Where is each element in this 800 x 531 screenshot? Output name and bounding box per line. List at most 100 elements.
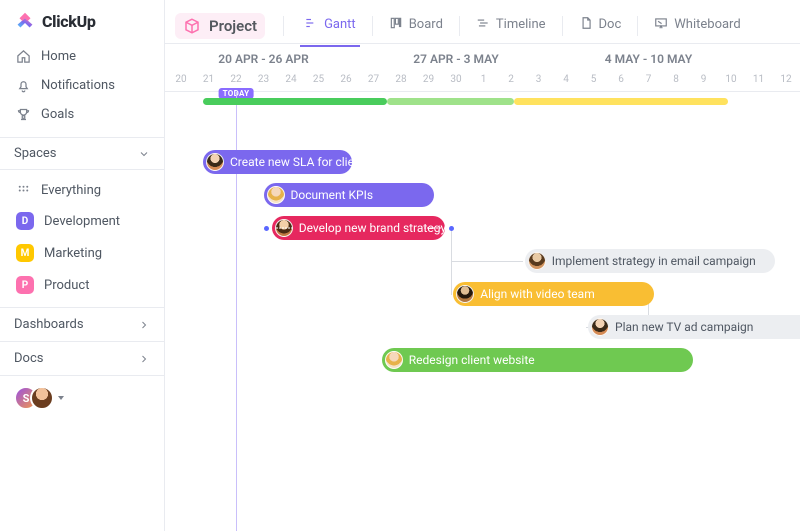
- bell-icon: [16, 78, 31, 93]
- dependency-dot: [264, 226, 269, 231]
- nav-notifications[interactable]: Notifications: [6, 71, 158, 100]
- gantt-area: 20 APR - 26 APR27 APR - 3 MAY4 MAY - 10 …: [165, 44, 800, 531]
- nav-home[interactable]: Home: [6, 42, 158, 71]
- date-tick: 1: [481, 74, 487, 85]
- view-tab-label: Timeline: [496, 17, 546, 32]
- nav-goals[interactable]: Goals: [6, 100, 158, 129]
- space-badge: M: [16, 244, 34, 262]
- brand-name: ClickUp: [42, 12, 96, 31]
- date-tick: 5: [591, 74, 597, 85]
- brand-logo[interactable]: ClickUp: [0, 0, 164, 40]
- nav-docs-label: Docs: [14, 351, 43, 366]
- project-chip[interactable]: Project: [175, 13, 265, 39]
- spaces-toggle[interactable]: Spaces: [0, 137, 164, 170]
- task-brand[interactable]: Develop new brand strategy: [272, 216, 445, 240]
- date-tick: 3: [536, 74, 542, 85]
- date-tick: 23: [258, 74, 269, 85]
- doc-icon: [579, 16, 593, 34]
- gantt-chart[interactable]: Create new SLA for client Document KPIs De…: [165, 92, 800, 531]
- date-tick: 21: [203, 74, 214, 85]
- sidebar: ClickUp Home Notifications Goals Spaces: [0, 0, 165, 531]
- date-tick: 9: [701, 74, 707, 85]
- date-tick: 30: [450, 74, 461, 85]
- assignee-avatar: [385, 351, 403, 369]
- board-icon: [389, 16, 403, 34]
- view-tab-whiteboard[interactable]: Whiteboard: [646, 6, 748, 46]
- view-tab-doc[interactable]: Doc: [571, 6, 630, 46]
- date-tick: 2: [508, 74, 514, 85]
- task-sla[interactable]: Create new SLA for client: [203, 150, 352, 174]
- nav-dashboards-label: Dashboards: [14, 317, 84, 332]
- space-badge: D: [16, 212, 34, 230]
- space-label: Marketing: [44, 246, 102, 261]
- date-tick: 4: [563, 74, 569, 85]
- date-tick-bar: 2021222324252627282930123456789101112TOD…: [165, 72, 800, 92]
- space-item-development[interactable]: D Development: [6, 205, 158, 237]
- assignee-avatar: [206, 153, 224, 171]
- date-tick: 25: [313, 74, 324, 85]
- user-switcher[interactable]: S: [0, 376, 164, 420]
- separator: [459, 16, 460, 36]
- date-tick: 10: [725, 74, 736, 85]
- summary-segment: [203, 98, 387, 105]
- separator: [637, 16, 638, 36]
- nav-dashboards[interactable]: Dashboards: [0, 307, 164, 341]
- dependency-dot: [449, 226, 454, 231]
- nav-docs[interactable]: Docs: [0, 341, 164, 376]
- task-email[interactable]: Implement strategy in email campaign: [525, 249, 775, 273]
- date-tick: 12: [780, 74, 791, 85]
- date-tick: 8: [673, 74, 679, 85]
- trophy-icon: [16, 107, 31, 122]
- date-tick: 29: [423, 74, 434, 85]
- task-label: Align with video team: [480, 287, 594, 301]
- date-tick: 11: [753, 74, 764, 85]
- view-tab-gantt[interactable]: Gantt: [296, 6, 364, 46]
- nav-goals-label: Goals: [41, 107, 74, 122]
- chevron-right-icon: [138, 319, 150, 331]
- space-badge: P: [16, 276, 34, 294]
- chevron-right-icon: [138, 353, 150, 365]
- task-label: Document KPIs: [291, 188, 374, 202]
- space-item-product[interactable]: P Product: [6, 269, 158, 301]
- date-tick: 22: [230, 74, 241, 85]
- summary-segment: [387, 98, 514, 105]
- grip-icon: [424, 227, 441, 229]
- grid-icon: [16, 183, 31, 198]
- avatar: [30, 386, 54, 410]
- space-item-marketing[interactable]: M Marketing: [6, 237, 158, 269]
- topbar: Project Gantt Board Timeline Doc Whiteboard: [165, 0, 800, 44]
- task-redesign[interactable]: Redesign client website: [382, 348, 693, 372]
- date-tick: 27: [368, 74, 379, 85]
- caret-down-icon: [58, 396, 64, 400]
- date-range: 4 MAY - 10 MAY: [552, 52, 745, 66]
- task-label: Create new SLA for client: [230, 155, 365, 169]
- task-label: Plan new TV ad campaign: [615, 320, 753, 334]
- view-tab-label: Board: [409, 17, 443, 32]
- space-label: Development: [44, 214, 120, 229]
- assignee-avatar: [591, 318, 609, 336]
- main: Project GanttBoardTimelineDocWhiteboard …: [165, 0, 800, 531]
- dependency-line: [451, 261, 523, 262]
- gantt-icon: [304, 16, 318, 34]
- view-tab-label: Doc: [599, 17, 622, 32]
- task-video[interactable]: Align with video team: [453, 282, 654, 306]
- separator: [372, 16, 373, 36]
- view-tab-board[interactable]: Board: [381, 6, 451, 46]
- space-label: Product: [44, 278, 89, 293]
- date-tick: 28: [395, 74, 406, 85]
- date-range: 27 APR - 3 MAY: [360, 52, 553, 66]
- date-tick: 20: [175, 74, 186, 85]
- task-tvad[interactable]: Plan new TV ad campaign: [588, 315, 800, 339]
- task-label: Implement strategy in email campaign: [552, 254, 756, 268]
- space-list: Everything D Development M Marketing P Produc…: [0, 170, 164, 307]
- space-everything[interactable]: Everything: [6, 176, 158, 205]
- dependency-line: [451, 228, 452, 294]
- nav-home-label: Home: [41, 49, 76, 64]
- assignee-avatar: [267, 186, 285, 204]
- date-range: 20 APR - 26 APR: [167, 52, 360, 66]
- assignee-avatar: [528, 252, 546, 270]
- task-kpis[interactable]: Document KPIs: [264, 183, 435, 207]
- assignee-avatar: [456, 285, 474, 303]
- view-tab-timeline[interactable]: Timeline: [468, 6, 554, 46]
- space-everything-label: Everything: [41, 183, 101, 198]
